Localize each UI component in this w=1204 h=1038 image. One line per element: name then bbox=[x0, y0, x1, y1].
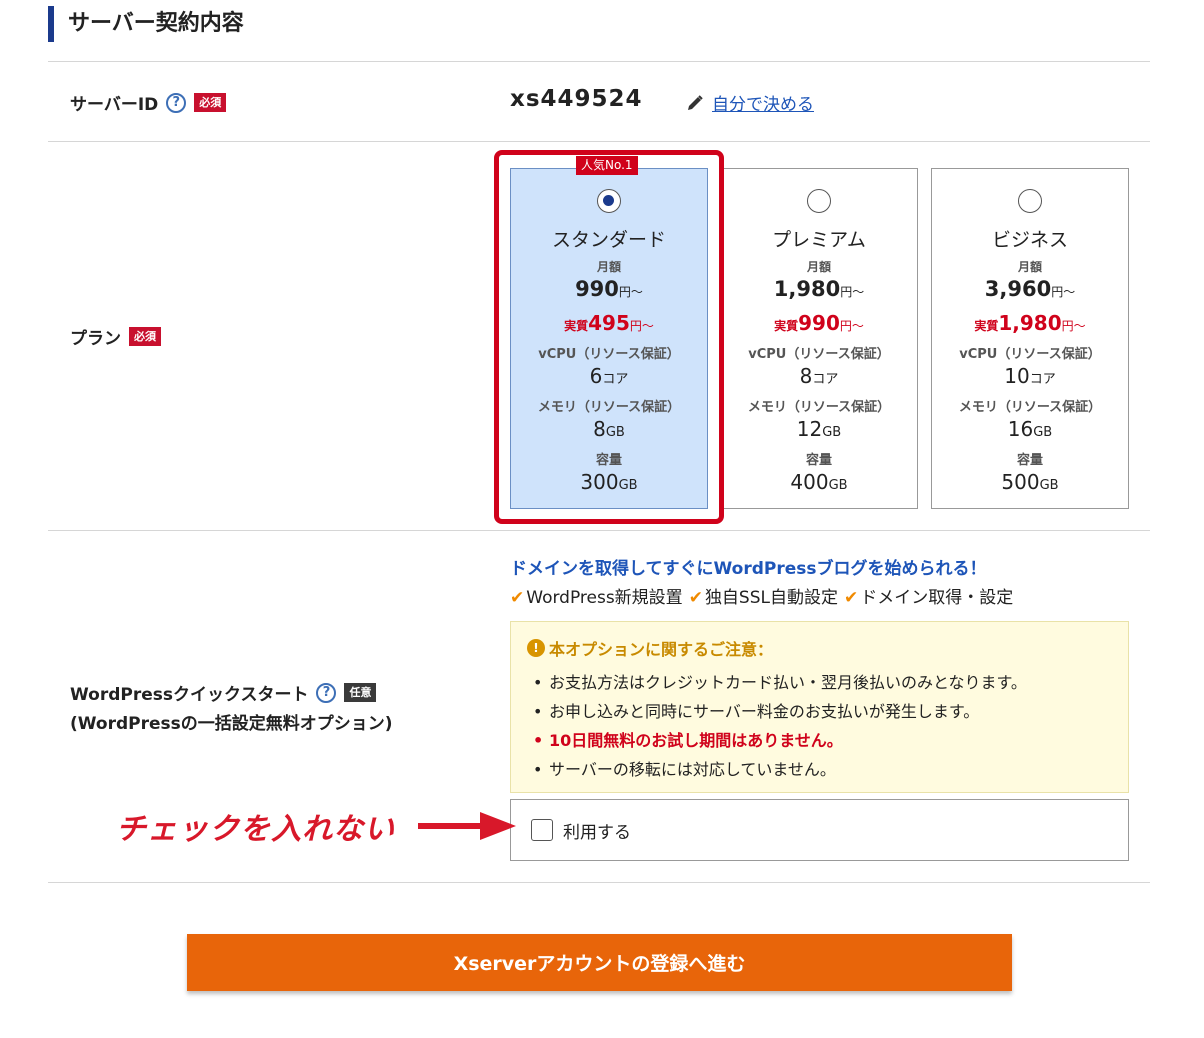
feature-item: ✔ ドメイン取得・設定 bbox=[844, 588, 1014, 608]
memory-value: 8GB bbox=[593, 417, 625, 441]
required-badge: 必須 bbox=[194, 93, 227, 112]
cpu-value: 10コア bbox=[1004, 364, 1056, 388]
plan-name: プレミアム bbox=[772, 229, 866, 251]
disk-value: 500GB bbox=[1001, 470, 1059, 494]
wp-headline: ドメインを取得してすぐにWordPressブログを始められる！ bbox=[510, 559, 987, 579]
required-badge: 必須 bbox=[129, 327, 161, 346]
plan-radio-business[interactable] bbox=[1018, 189, 1042, 213]
plan-price: 990円〜 bbox=[575, 277, 643, 301]
notice-box: ! 本オプションに関するご注意： お支払方法はクレジットカード払い・翌月後払いの… bbox=[510, 621, 1129, 793]
monthly-label: 月額 bbox=[806, 260, 831, 274]
disk-value: 400GB bbox=[790, 470, 848, 494]
annotation-text: チェックを入れない bbox=[116, 812, 395, 847]
arrow-right-icon bbox=[418, 806, 518, 850]
server-id-label-row: サーバーID ? 必須 bbox=[70, 90, 227, 115]
check-icon: ✔ bbox=[510, 588, 525, 608]
use-label: 利用する bbox=[563, 822, 631, 843]
plan-label-row: プラン 必須 bbox=[70, 324, 161, 349]
popular-tag: 人気No.1 bbox=[576, 156, 638, 176]
cpu-value: 6コア bbox=[589, 364, 629, 388]
help-icon[interactable]: ? bbox=[166, 92, 187, 113]
divider bbox=[48, 61, 1150, 62]
plan-real-price: 実質1,980円〜 bbox=[974, 311, 1086, 335]
plan-label: プラン bbox=[70, 329, 121, 349]
plan-card-business[interactable]: ビジネス 月額 3,960円〜 実質1,980円〜 vCPU（リソース保証） 1… bbox=[931, 168, 1129, 509]
notice-list: お支払方法はクレジットカード払い・翌月後払いのみとなります。 お申し込みと同時に… bbox=[527, 668, 1112, 784]
exclamation-icon: ! bbox=[527, 639, 545, 657]
plan-real-price: 実質495円〜 bbox=[564, 311, 654, 335]
use-option-box[interactable]: 利用する bbox=[510, 799, 1129, 861]
plan-real-price: 実質990円〜 bbox=[774, 311, 864, 335]
disk-value: 300GB bbox=[580, 470, 638, 494]
wp-sublabel: (WordPressの一括設定無料オプション) bbox=[70, 714, 393, 734]
notice-item: お支払方法はクレジットカード払い・翌月後払いのみとなります。 bbox=[527, 668, 1112, 697]
cpu-label: vCPU（リソース保証） bbox=[748, 347, 890, 362]
plan-radio-standard[interactable] bbox=[597, 189, 621, 213]
divider bbox=[48, 141, 1150, 142]
server-id-label: サーバーID bbox=[70, 95, 159, 115]
optional-badge: 任意 bbox=[344, 683, 377, 702]
plan-card-standard[interactable]: スタンダード 月額 990円〜 実質495円〜 vCPU（リソース保証） 6コア… bbox=[510, 168, 708, 509]
disk-label: 容量 bbox=[595, 453, 622, 468]
divider bbox=[48, 530, 1150, 531]
memory-value: 12GB bbox=[796, 417, 842, 441]
edit-server-id[interactable]: 自分で決める bbox=[686, 90, 814, 115]
notice-title-row: ! 本オプションに関するご注意： bbox=[527, 636, 1112, 660]
notice-title: 本オプションに関するご注意： bbox=[549, 640, 774, 659]
cpu-label: vCPU（リソース保証） bbox=[959, 347, 1101, 362]
monthly-label: 月額 bbox=[1017, 260, 1042, 274]
plan-price: 3,960円〜 bbox=[984, 277, 1076, 301]
notice-item: お申し込みと同時にサーバー料金のお支払いが発生します。 bbox=[527, 697, 1112, 726]
plan-radio-premium[interactable] bbox=[807, 189, 831, 213]
feature-item: ✔ WordPress新規設置 bbox=[510, 588, 683, 608]
section-title: サーバー契約内容 bbox=[48, 6, 244, 42]
plan-name: ビジネス bbox=[991, 229, 1068, 251]
memory-label: メモリ（リソース保証） bbox=[747, 400, 891, 415]
wp-label-row: WordPressクイックスタート ? 任意 bbox=[70, 680, 377, 705]
check-icon: ✔ bbox=[688, 588, 703, 608]
server-id-value: xs449524 bbox=[510, 86, 643, 112]
submit-button[interactable]: Xserverアカウントの登録へ進む bbox=[187, 934, 1012, 991]
wp-sublabel-row: (WordPressの一括設定無料オプション) bbox=[70, 709, 393, 734]
disk-label: 容量 bbox=[1016, 453, 1043, 468]
cpu-label: vCPU（リソース保証） bbox=[538, 347, 680, 362]
notice-item: サーバーの移転には対応していません。 bbox=[527, 755, 1112, 784]
monthly-label: 月額 bbox=[596, 260, 621, 274]
plan-card-premium[interactable]: プレミアム 月額 1,980円〜 実質990円〜 vCPU（リソース保証） 8コ… bbox=[720, 168, 918, 509]
memory-label: メモリ（リソース保証） bbox=[537, 400, 681, 415]
feature-item: ✔ 独自SSL自動設定 bbox=[688, 588, 838, 608]
wp-features: ✔ WordPress新規設置 ✔ 独自SSL自動設定 ✔ ドメイン取得・設定 bbox=[510, 583, 1013, 608]
memory-value: 16GB bbox=[1007, 417, 1053, 441]
disk-label: 容量 bbox=[805, 453, 832, 468]
cpu-value: 8コア bbox=[799, 364, 839, 388]
plan-name: スタンダード bbox=[551, 229, 666, 251]
divider bbox=[48, 882, 1150, 883]
wp-label: WordPressクイックスタート bbox=[70, 685, 309, 705]
pencil-icon bbox=[686, 94, 704, 112]
notice-item-warning: 10日間無料のお試し期間はありません。 bbox=[527, 726, 1112, 755]
use-checkbox[interactable] bbox=[531, 819, 553, 841]
check-icon: ✔ bbox=[844, 588, 859, 608]
help-icon[interactable]: ? bbox=[316, 682, 337, 703]
memory-label: メモリ（リソース保証） bbox=[958, 400, 1102, 415]
plan-price: 1,980円〜 bbox=[773, 277, 865, 301]
edit-server-id-link[interactable]: 自分で決める bbox=[712, 90, 814, 115]
